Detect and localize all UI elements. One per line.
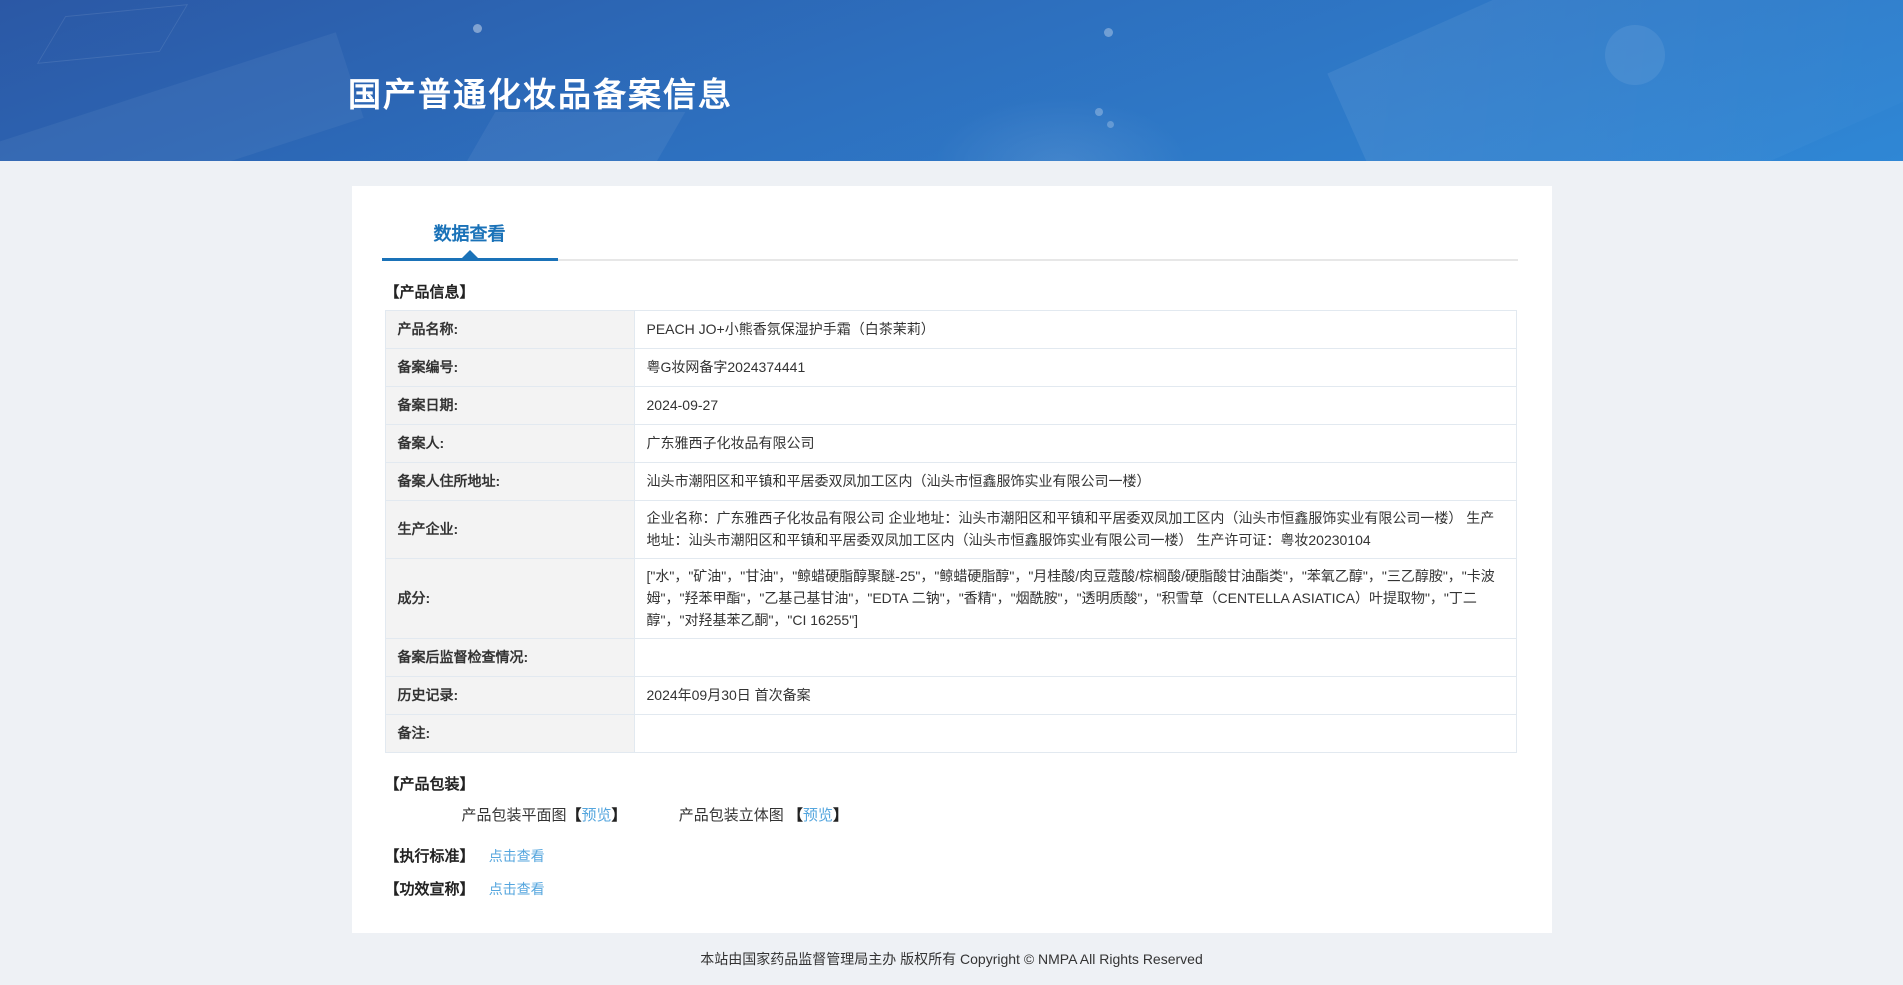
footer-copyright: 本站由国家药品监督管理局主办 版权所有 Copyright © NMPA All… xyxy=(700,951,1203,968)
field-value: ["水"，"矿油"，"甘油"，"鲸蜡硬脂醇聚醚-25"，"鲸蜡硬脂醇"，"月桂酸… xyxy=(633,558,1517,640)
table-row: 成分: ["水"，"矿油"，"甘油"，"鲸蜡硬脂醇聚醚-25"，"鲸蜡硬脂醇"，… xyxy=(384,558,1517,640)
bracket-close: 】 xyxy=(832,807,848,825)
table-row: 备案人住所地址: 汕头市潮阳区和平镇和平居委双凤加工区内（汕头市恒鑫服饰实业有限… xyxy=(384,462,1517,501)
field-value xyxy=(633,638,1517,678)
packaging-preview-line: 产品包装平面图【预览】 产品包装立体图 【预览】 xyxy=(462,804,1552,825)
field-label: 历史记录: xyxy=(384,676,635,716)
page-title: 国产普通化妆品备案信息 xyxy=(348,76,733,113)
decor-dot xyxy=(1104,28,1113,37)
tab-data-view[interactable]: 数据查看 xyxy=(381,206,558,261)
decor-dot xyxy=(1107,121,1114,128)
field-value: PEACH JO+小熊香氛保湿护手霜（白茶茉莉） xyxy=(633,310,1517,349)
field-label: 备案日期: xyxy=(384,386,635,425)
field-value: 汕头市潮阳区和平镇和平居委双凤加工区内（汕头市恒鑫服饰实业有限公司一楼） xyxy=(633,462,1517,501)
packaging-stereo-group: 产品包装立体图 【预览】 xyxy=(679,804,848,825)
field-value: 2024-09-27 xyxy=(633,386,1517,425)
tabs-row: 数据查看 xyxy=(381,186,1518,261)
standards-line: 【执行标准】 点击查看 xyxy=(385,845,1552,866)
table-row: 备注: xyxy=(384,714,1517,754)
field-label: 备案人: xyxy=(384,424,635,463)
decor-diagonal-band-left xyxy=(0,32,364,161)
decor-soft-blob xyxy=(930,95,1190,161)
tabs-divider-line xyxy=(557,259,1518,261)
field-value xyxy=(633,714,1517,754)
product-info-table: 产品名称: PEACH JO+小熊香氛保湿护手霜（白茶茉莉） 备案编号: 粤G妆… xyxy=(384,310,1517,754)
field-label: 成分: xyxy=(384,558,635,640)
field-label: 备案人住所地址: xyxy=(384,462,635,501)
section-title-product-info: 【产品信息】 xyxy=(384,284,475,301)
packaging-flat-preview-link[interactable]: 预览 xyxy=(582,807,612,824)
field-label: 备案编号: xyxy=(384,348,635,387)
field-label: 备注: xyxy=(384,714,635,754)
field-label: 产品名称: xyxy=(384,310,635,349)
table-row: 产品名称: PEACH JO+小熊香氛保湿护手霜（白茶茉莉） xyxy=(384,310,1517,349)
packaging-stereo-preview-link[interactable]: 预览 xyxy=(803,807,833,824)
decor-dot xyxy=(1095,108,1103,116)
table-row: 备案后监督检查情况: xyxy=(384,638,1517,678)
section-title-packaging: 【产品包装】 xyxy=(384,776,475,794)
bracket-close: 】 xyxy=(611,807,627,825)
packaging-flat-group: 产品包装平面图【预览】 xyxy=(462,804,627,825)
field-label: 生产企业: xyxy=(384,499,635,560)
packaging-stereo-label: 产品包装立体图 xyxy=(678,807,788,825)
decor-trapezoid xyxy=(460,112,686,161)
efficacy-label: 【功效宣称】 xyxy=(384,881,475,899)
field-value: 2024年09月30日 首次备案 xyxy=(633,676,1517,716)
field-value: 广东雅西子化妆品有限公司 xyxy=(633,424,1517,463)
bracket-open: 【 xyxy=(787,807,803,825)
bracket-open: 【 xyxy=(566,807,582,825)
standards-view-link[interactable]: 点击查看 xyxy=(489,848,545,864)
table-row: 备案人: 广东雅西子化妆品有限公司 xyxy=(384,424,1517,463)
decor-cube-outline xyxy=(36,4,189,64)
efficacy-line: 【功效宣称】 点击查看 xyxy=(385,878,1552,899)
table-row: 备案日期: 2024-09-27 xyxy=(384,386,1517,425)
packaging-flat-label: 产品包装平面图 xyxy=(461,807,567,825)
field-value: 粤G妆网备字2024374441 xyxy=(633,348,1517,387)
content-card: 数据查看 【产品信息】 产品名称: PEACH JO+小熊香氛保湿护手霜（白茶茉… xyxy=(351,186,1552,934)
efficacy-view-link[interactable]: 点击查看 xyxy=(489,881,545,897)
standards-label: 【执行标准】 xyxy=(384,848,475,866)
table-row: 备案编号: 粤G妆网备字2024374441 xyxy=(384,348,1517,387)
decor-soft-circle xyxy=(1605,25,1665,85)
table-row: 生产企业: 企业名称：广东雅西子化妆品有限公司 企业地址：汕头市潮阳区和平镇和平… xyxy=(384,499,1517,560)
table-row: 历史记录: 2024年09月30日 首次备案 xyxy=(384,676,1517,716)
field-label: 备案后监督检查情况: xyxy=(384,638,635,678)
decor-dot xyxy=(473,24,482,33)
field-value: 企业名称：广东雅西子化妆品有限公司 企业地址：汕头市潮阳区和平镇和平居委双凤加工… xyxy=(633,499,1517,560)
decor-diagonal-band-right xyxy=(1327,0,1903,161)
page-header-banner: 国产普通化妆品备案信息 xyxy=(0,0,1903,161)
